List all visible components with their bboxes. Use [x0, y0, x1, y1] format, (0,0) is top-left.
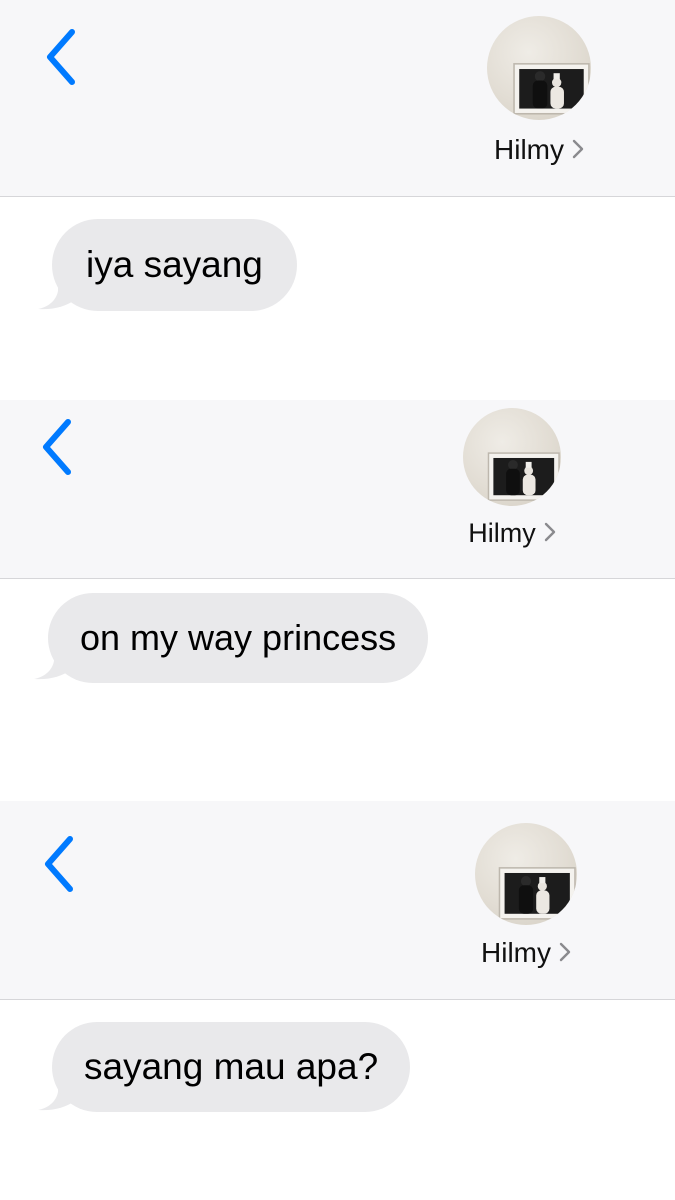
conversation-header: Hilmy [0, 0, 675, 197]
message-bubble-incoming[interactable]: sayang mau apa? [38, 1022, 411, 1112]
contact-avatar[interactable] [487, 16, 591, 120]
message-bubble-incoming[interactable]: iya sayang [38, 219, 297, 311]
contact-avatar-photo [513, 63, 590, 115]
contact-avatar-photo [498, 867, 576, 920]
chevron-right-icon [544, 518, 556, 549]
message-bubble-incoming[interactable]: on my way princess [34, 593, 429, 683]
back-button[interactable] [34, 829, 84, 899]
contact-name: Hilmy [494, 134, 564, 165]
message-area: iya sayang [0, 197, 675, 400]
contact-name: Hilmy [481, 937, 551, 968]
chevron-right-icon [572, 134, 584, 166]
contact-info-button[interactable]: Hilmy [456, 408, 568, 549]
chevron-left-icon [40, 418, 74, 476]
chevron-right-icon [559, 937, 571, 969]
back-button[interactable] [32, 412, 82, 482]
chevron-left-icon [42, 835, 76, 893]
contact-info-button[interactable]: Hilmy [468, 823, 584, 969]
message-text: on my way princess [48, 593, 429, 683]
message-area: on my way princess [0, 579, 675, 801]
message-area: sayang mau apa? [0, 1000, 675, 1200]
contact-info-button[interactable]: Hilmy [480, 16, 598, 166]
contact-name: Hilmy [468, 518, 536, 548]
stacked-message-screenshots: Hilmy iya sayang Hilmy on my way princes… [0, 0, 675, 1200]
contact-avatar[interactable] [463, 408, 561, 506]
conversation-header: Hilmy [0, 801, 675, 1000]
back-button[interactable] [36, 22, 86, 92]
contact-avatar[interactable] [475, 823, 577, 925]
chevron-left-icon [44, 28, 78, 86]
contact-avatar-photo [487, 452, 560, 501]
message-text: sayang mau apa? [52, 1022, 411, 1112]
conversation-header: Hilmy [0, 400, 675, 579]
message-text: iya sayang [52, 219, 297, 311]
